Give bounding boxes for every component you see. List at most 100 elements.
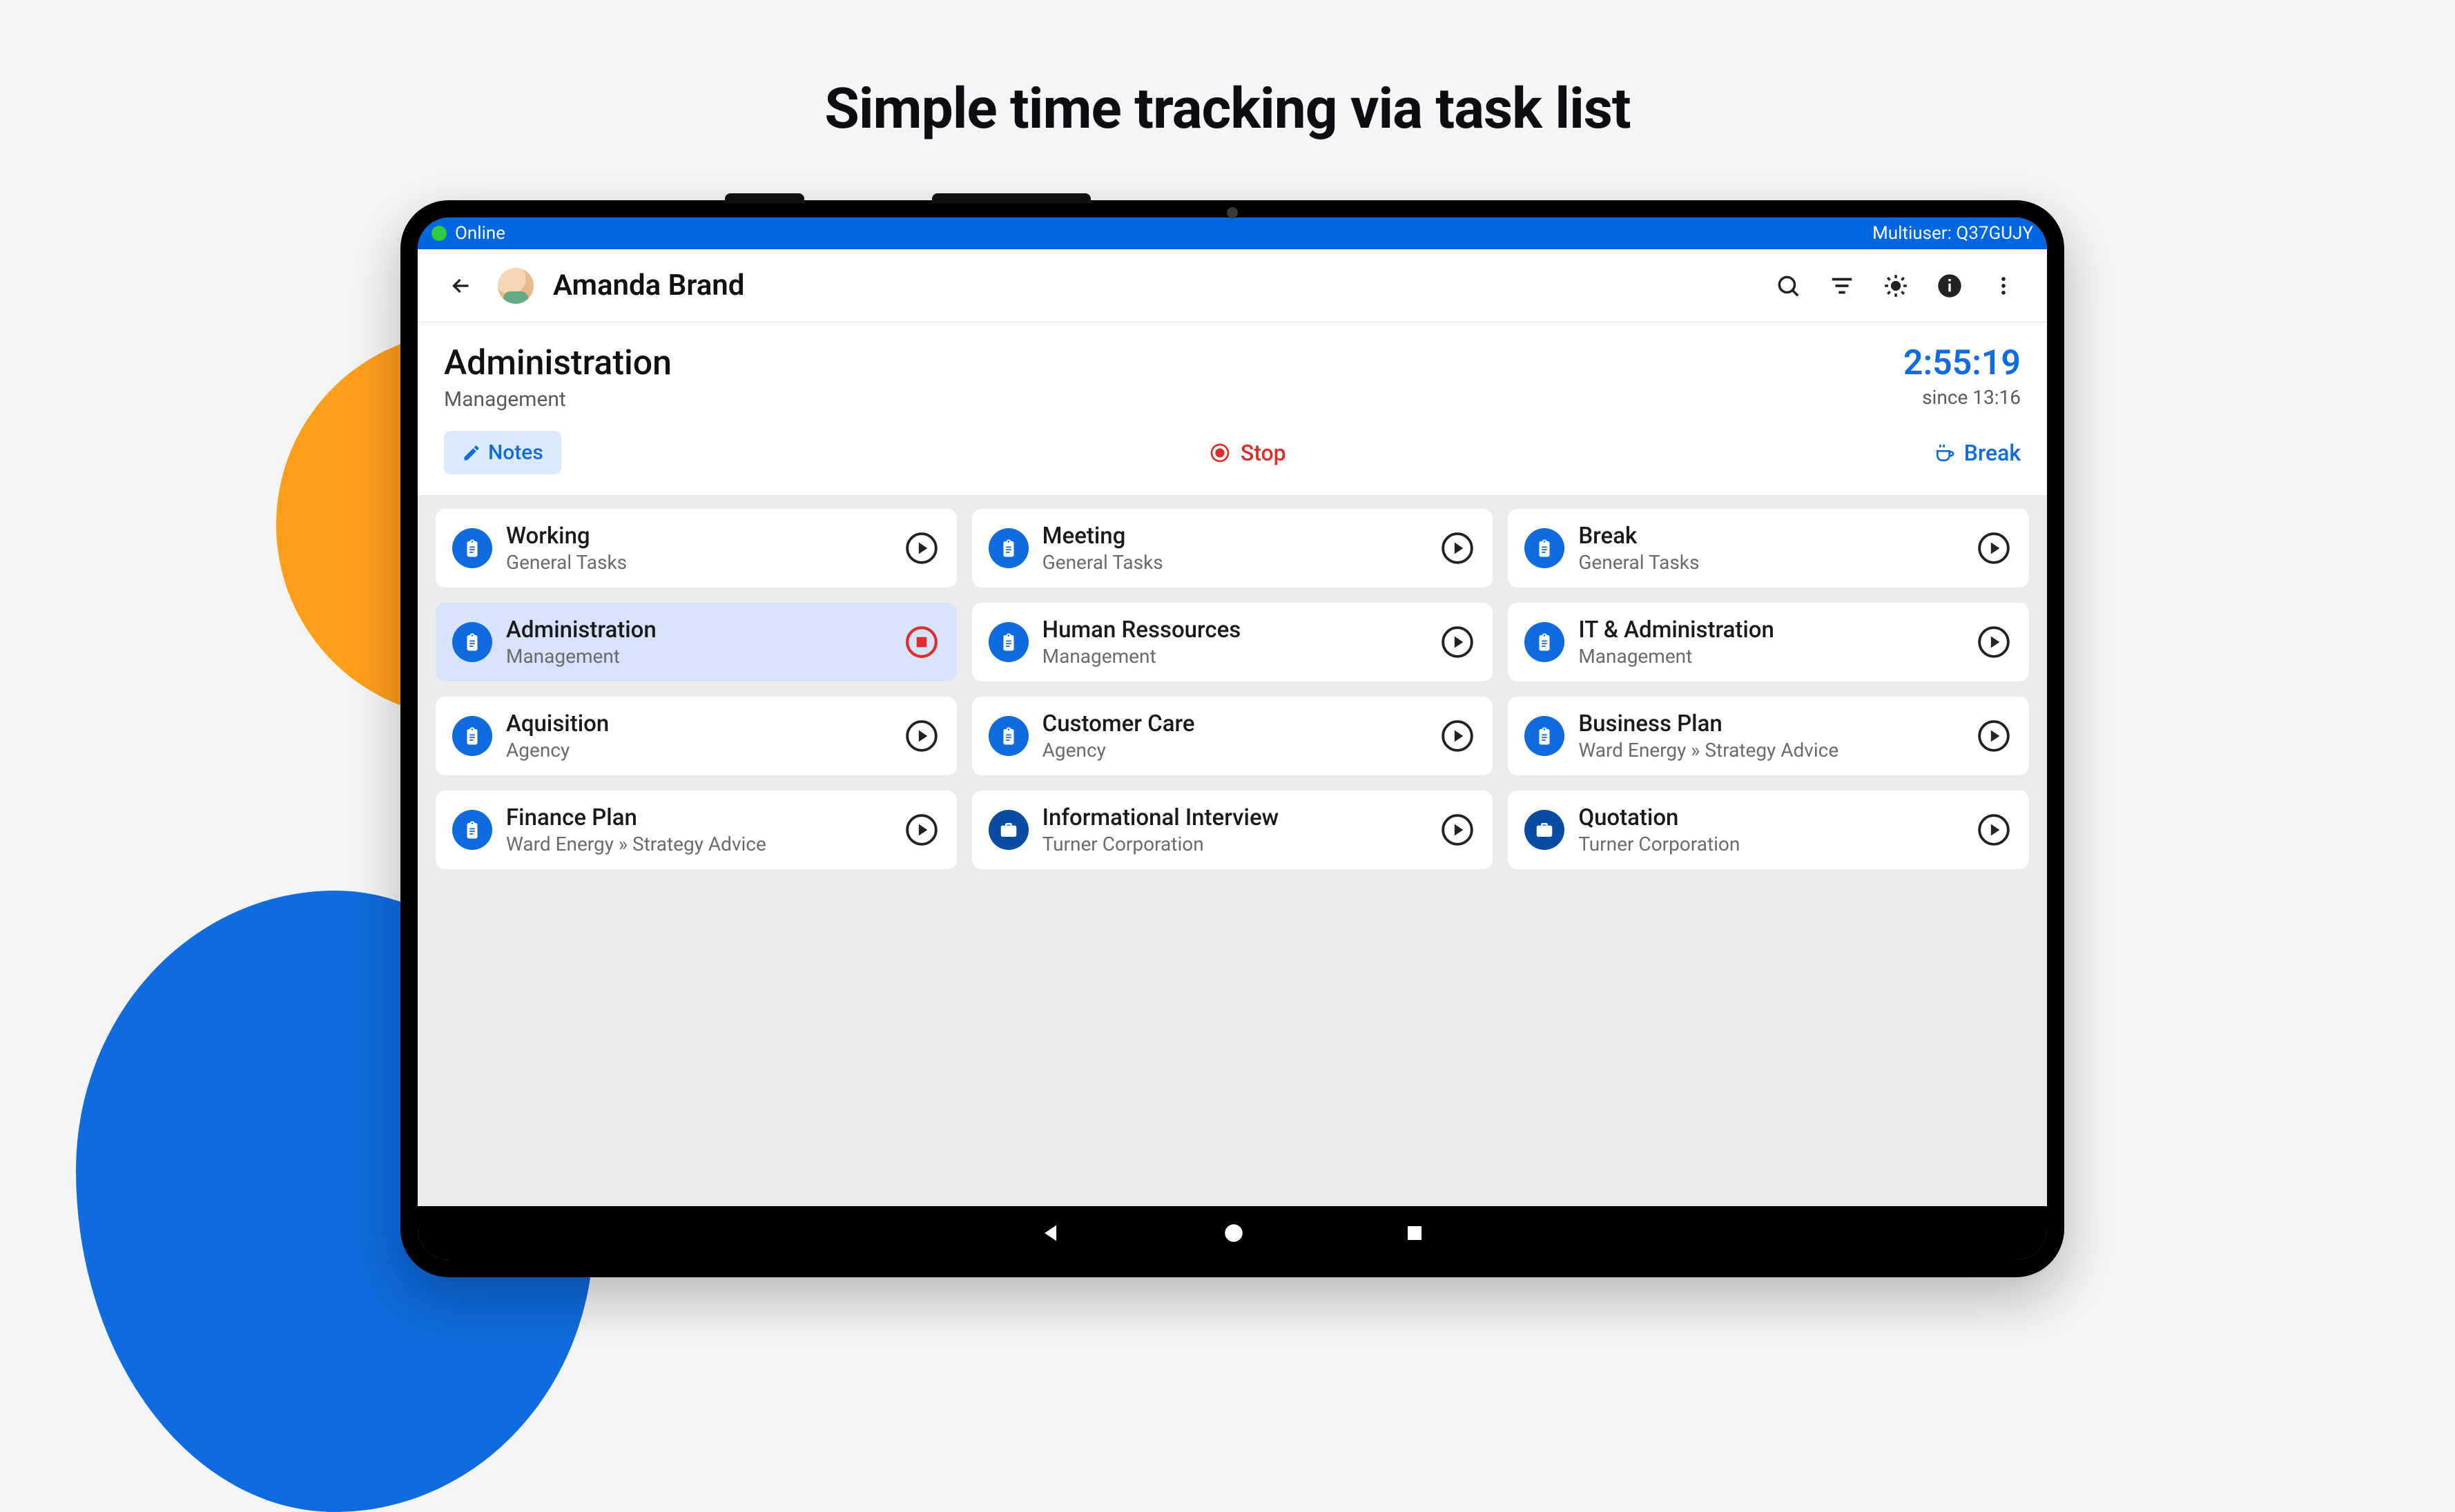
- play-task-button[interactable]: [903, 530, 940, 567]
- back-button[interactable]: [444, 269, 478, 303]
- task-text: Informational InterviewTurner Corporatio…: [1042, 804, 1426, 855]
- current-task-header: Administration Management 2:55:19 since …: [418, 322, 2047, 417]
- task-text: Human RessourcesManagement: [1042, 617, 1426, 668]
- task-text: AdministrationManagement: [506, 617, 889, 668]
- task-text: BreakGeneral Tasks: [1578, 523, 1961, 574]
- clipboard-icon: [1524, 528, 1564, 568]
- play-task-button[interactable]: [1975, 623, 2012, 661]
- task-subtitle: Management: [1042, 645, 1426, 668]
- arrow-left-icon: [449, 273, 474, 298]
- clipboard-icon: [989, 622, 1029, 662]
- task-name: Business Plan: [1578, 710, 1961, 737]
- current-task-title: Administration: [444, 343, 1903, 383]
- stop-record-icon: [1209, 442, 1231, 464]
- clipboard-icon: [452, 810, 492, 850]
- clipboard-icon: [989, 716, 1029, 756]
- break-label: Break: [1964, 440, 2021, 466]
- search-button[interactable]: [1771, 269, 1805, 303]
- task-card[interactable]: Customer CareAgency: [972, 697, 1493, 775]
- task-subtitle: Management: [1578, 645, 1961, 668]
- play-task-button[interactable]: [1975, 530, 2012, 567]
- task-card[interactable]: AdministrationManagement: [436, 603, 957, 681]
- pencil-icon: [462, 443, 481, 463]
- elapsed-time: 2:55:19: [1903, 343, 2021, 383]
- task-name: Break: [1578, 523, 1961, 550]
- overflow-menu-button[interactable]: [1986, 269, 2021, 303]
- nav-back-button[interactable]: [1040, 1221, 1063, 1245]
- since-time: since 13:16: [1903, 386, 2021, 409]
- task-subtitle: Turner Corporation: [1042, 833, 1426, 855]
- stop-task-button[interactable]: [903, 623, 940, 661]
- online-indicator-dot: [431, 226, 447, 241]
- screen: Online Multiuser: Q37GUJY Amanda Brand: [418, 217, 2047, 1260]
- status-bar: Online Multiuser: Q37GUJY: [418, 217, 2047, 249]
- play-task-button[interactable]: [1439, 811, 1476, 849]
- task-card[interactable]: Informational InterviewTurner Corporatio…: [972, 791, 1493, 869]
- play-task-button[interactable]: [903, 811, 940, 849]
- nav-recent-button[interactable]: [1404, 1223, 1425, 1243]
- online-label: Online: [455, 223, 505, 244]
- android-navbar: [418, 1206, 2047, 1260]
- action-row: Notes Stop Break: [418, 417, 2047, 495]
- task-name: Finance Plan: [506, 804, 889, 831]
- notes-label: Notes: [488, 440, 543, 465]
- page-title: Simple time tracking via task list: [824, 76, 1630, 142]
- task-name: Informational Interview: [1042, 804, 1426, 831]
- coffee-icon: [1934, 442, 1956, 464]
- play-task-button[interactable]: [1439, 717, 1476, 755]
- play-task-button[interactable]: [1975, 717, 2012, 755]
- play-task-button[interactable]: [1439, 623, 1476, 661]
- stop-button[interactable]: Stop: [1209, 440, 1286, 466]
- task-text: QuotationTurner Corporation: [1578, 804, 1961, 855]
- task-card[interactable]: WorkingGeneral Tasks: [436, 509, 957, 588]
- avatar[interactable]: [498, 268, 534, 304]
- task-card[interactable]: Finance PlanWard Energy » Strategy Advic…: [436, 791, 957, 869]
- multiuser-label: Multiuser: Q37GUJY: [1872, 223, 2033, 244]
- break-button[interactable]: Break: [1934, 440, 2021, 466]
- task-subtitle: Agency: [506, 739, 889, 762]
- task-name: IT & Administration: [1578, 617, 1961, 643]
- task-text: Customer CareAgency: [1042, 710, 1426, 762]
- nav-home-button[interactable]: [1222, 1221, 1245, 1245]
- triangle-back-icon: [1040, 1221, 1063, 1245]
- clipboard-icon: [452, 528, 492, 568]
- task-card[interactable]: BreakGeneral Tasks: [1508, 509, 2029, 588]
- task-card[interactable]: Human RessourcesManagement: [972, 603, 1493, 681]
- user-name: Amanda Brand: [553, 269, 744, 302]
- theme-button[interactable]: [1879, 269, 1913, 303]
- task-card[interactable]: AquisitionAgency: [436, 697, 957, 775]
- play-task-button[interactable]: [1439, 530, 1476, 567]
- more-vert-icon: [1992, 274, 2015, 298]
- clipboard-icon: [989, 528, 1029, 568]
- briefcase-icon: [1524, 810, 1564, 850]
- task-card[interactable]: IT & AdministrationManagement: [1508, 603, 2029, 681]
- sort-button[interactable]: [1825, 269, 1859, 303]
- task-card[interactable]: Business PlanWard Energy » Strategy Advi…: [1508, 697, 2029, 775]
- clipboard-icon: [1524, 716, 1564, 756]
- task-subtitle: Agency: [1042, 739, 1426, 762]
- play-task-button[interactable]: [903, 717, 940, 755]
- task-text: Business PlanWard Energy » Strategy Advi…: [1578, 710, 1961, 762]
- tablet-volume-button: [932, 193, 1091, 203]
- notes-button[interactable]: Notes: [444, 431, 561, 474]
- task-name: Working: [506, 523, 889, 550]
- task-subtitle: General Tasks: [1042, 551, 1426, 574]
- clipboard-icon: [1524, 622, 1564, 662]
- square-recent-icon: [1404, 1223, 1425, 1243]
- task-name: Meeting: [1042, 523, 1426, 550]
- search-icon: [1775, 273, 1801, 299]
- info-button[interactable]: [1932, 269, 1967, 303]
- task-text: MeetingGeneral Tasks: [1042, 523, 1426, 574]
- task-card[interactable]: MeetingGeneral Tasks: [972, 509, 1493, 588]
- task-name: Aquisition: [506, 710, 889, 737]
- task-text: AquisitionAgency: [506, 710, 889, 762]
- briefcase-icon: [989, 810, 1029, 850]
- play-task-button[interactable]: [1975, 811, 2012, 849]
- task-grid: WorkingGeneral TasksMeetingGeneral Tasks…: [436, 509, 2029, 869]
- task-subtitle: Ward Energy » Strategy Advice: [1578, 739, 1961, 762]
- tablet-camera: [1227, 207, 1238, 218]
- task-card[interactable]: QuotationTurner Corporation: [1508, 791, 2029, 869]
- task-text: Finance PlanWard Energy » Strategy Advic…: [506, 804, 889, 855]
- task-subtitle: General Tasks: [506, 551, 889, 574]
- task-name: Quotation: [1578, 804, 1961, 831]
